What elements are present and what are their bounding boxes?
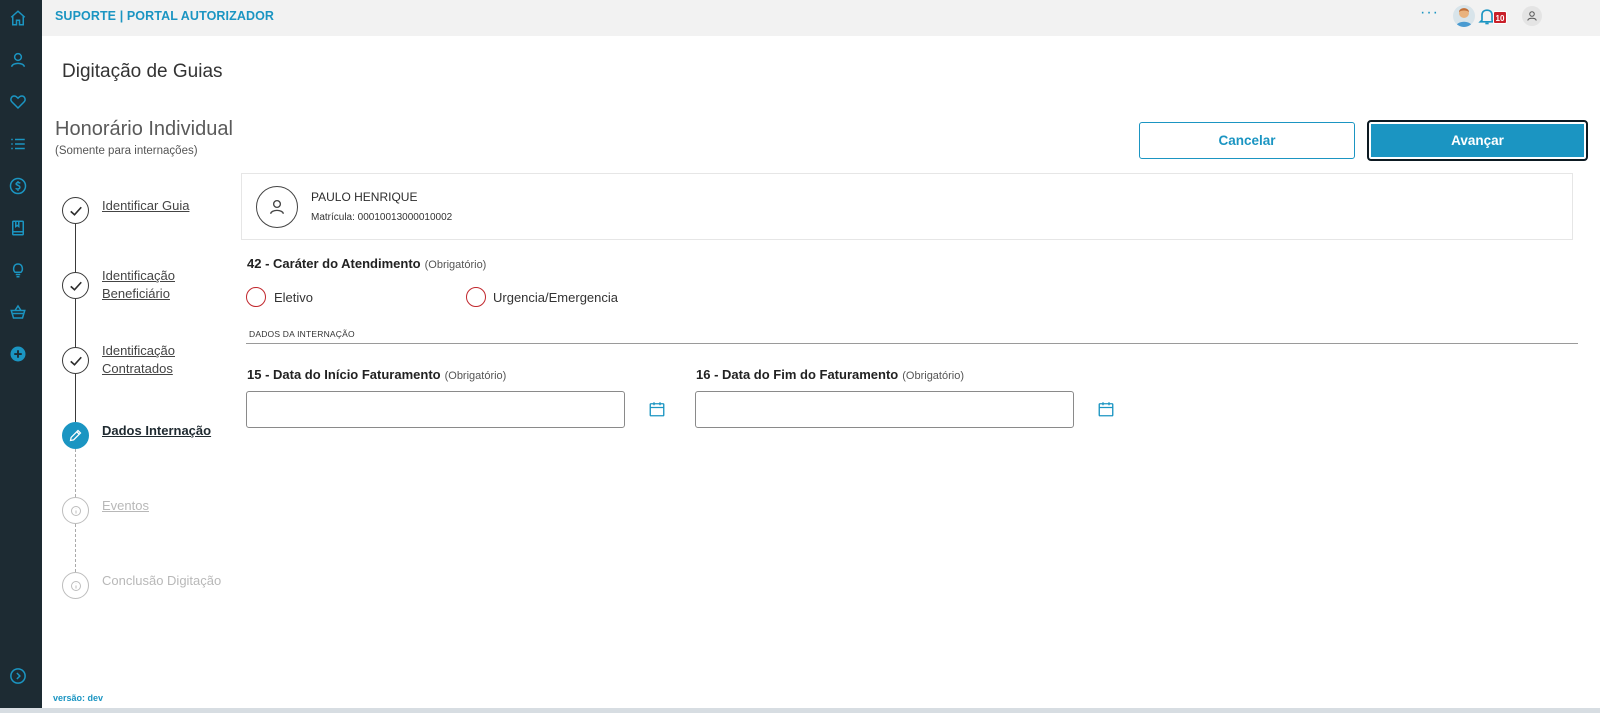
start-date-label: 15 - Data do Início Faturamento (Obrigató…	[247, 367, 506, 382]
step-label-line2: Contratados	[102, 361, 173, 376]
step-identificar-guia[interactable]: Identificar Guia	[102, 197, 189, 215]
sidebar	[0, 0, 42, 713]
step-connector	[75, 224, 76, 277]
home-icon[interactable]	[0, 0, 36, 36]
step-connector	[75, 449, 76, 497]
basket-icon[interactable]	[0, 294, 36, 330]
beneficiary-name: PAULO HENRIQUE	[311, 190, 418, 204]
beneficiary-card: PAULO HENRIQUE Matrícula: 00010013000010…	[241, 173, 1573, 240]
step-label-line2: Beneficiário	[102, 286, 170, 301]
required-hint: (Obrigatório)	[444, 370, 507, 382]
user-icon[interactable]	[0, 42, 36, 78]
app-avatar-icon[interactable]	[1453, 5, 1475, 27]
required-hint: (Obrigatório)	[424, 259, 487, 271]
step-dados-internacao[interactable]: Dados Internação	[102, 422, 211, 440]
bottom-bar	[0, 708, 1600, 713]
calendar-icon[interactable]	[648, 400, 666, 418]
end-date-input[interactable]	[695, 391, 1074, 428]
person-icon	[256, 186, 298, 228]
step-identificacao-beneficiario[interactable]: Identificação Beneficiário	[102, 267, 175, 303]
top-header: SUPORTE | PORTAL AUTORIZADOR	[42, 0, 1600, 36]
end-date-label: 16 - Data do Fim do Faturamento (Obrigató…	[696, 367, 964, 382]
page-title: Digitação de Guias	[62, 61, 223, 82]
step-identificacao-contratados[interactable]: Identificação Contratados	[102, 342, 175, 378]
heart-icon[interactable]	[0, 84, 36, 120]
info-icon	[62, 572, 89, 599]
notification-badge: 10	[1493, 11, 1507, 24]
required-hint: (Obrigatório)	[902, 370, 964, 382]
section-title: Honorário Individual	[55, 118, 233, 140]
radio-urgencia[interactable]	[466, 287, 486, 307]
step-label-line1: Identificação	[102, 268, 175, 283]
start-date-input[interactable]	[246, 391, 625, 428]
step-connector	[75, 374, 76, 422]
chevron-right-icon[interactable]	[0, 658, 36, 694]
end-date-label-text: 16 - Data do Fim do Faturamento	[696, 367, 899, 382]
user-avatar-icon[interactable]	[1522, 6, 1542, 26]
carater-label: 42 - Caráter do Atendimento (Obrigatório)	[247, 256, 486, 271]
check-icon	[62, 272, 89, 299]
step-eventos[interactable]: Eventos	[102, 497, 149, 515]
version-label: versão: dev	[53, 693, 104, 703]
section-subtitle: (Somente para internações)	[55, 145, 198, 157]
dollar-icon[interactable]	[0, 168, 36, 204]
check-icon	[62, 197, 89, 224]
app-title: SUPORTE | PORTAL AUTORIZADOR	[55, 9, 275, 23]
step-connector	[75, 524, 76, 572]
start-date-label-text: 15 - Data do Início Faturamento	[247, 367, 441, 382]
subsection-label: DADOS DA INTERNAÇÃO	[249, 329, 355, 339]
edit-pencil-icon	[62, 422, 89, 449]
carater-label-text: 42 - Caráter do Atendimento	[247, 256, 421, 271]
more-options-icon[interactable]: ···	[1420, 4, 1439, 22]
book-icon[interactable]	[0, 210, 36, 246]
cancel-button[interactable]: Cancelar	[1139, 122, 1355, 159]
plus-circle-icon[interactable]	[0, 336, 36, 372]
calendar-icon[interactable]	[1097, 400, 1115, 418]
info-icon	[62, 497, 89, 524]
advance-button[interactable]: Avançar	[1367, 120, 1588, 161]
lightbulb-icon[interactable]	[0, 252, 36, 288]
beneficiary-matricula: Matrícula: 00010013000010002	[311, 212, 453, 223]
step-label-line1: Identificação	[102, 343, 175, 358]
radio-eletivo-label: Eletivo	[274, 290, 314, 305]
check-icon	[62, 347, 89, 374]
radio-urgencia-label: Urgencia/Emergencia	[493, 290, 619, 305]
radio-eletivo[interactable]	[246, 287, 266, 307]
list-icon[interactable]	[0, 126, 36, 162]
divider	[246, 343, 1578, 344]
step-conclusao-digitacao: Conclusão Digitação	[102, 573, 222, 588]
